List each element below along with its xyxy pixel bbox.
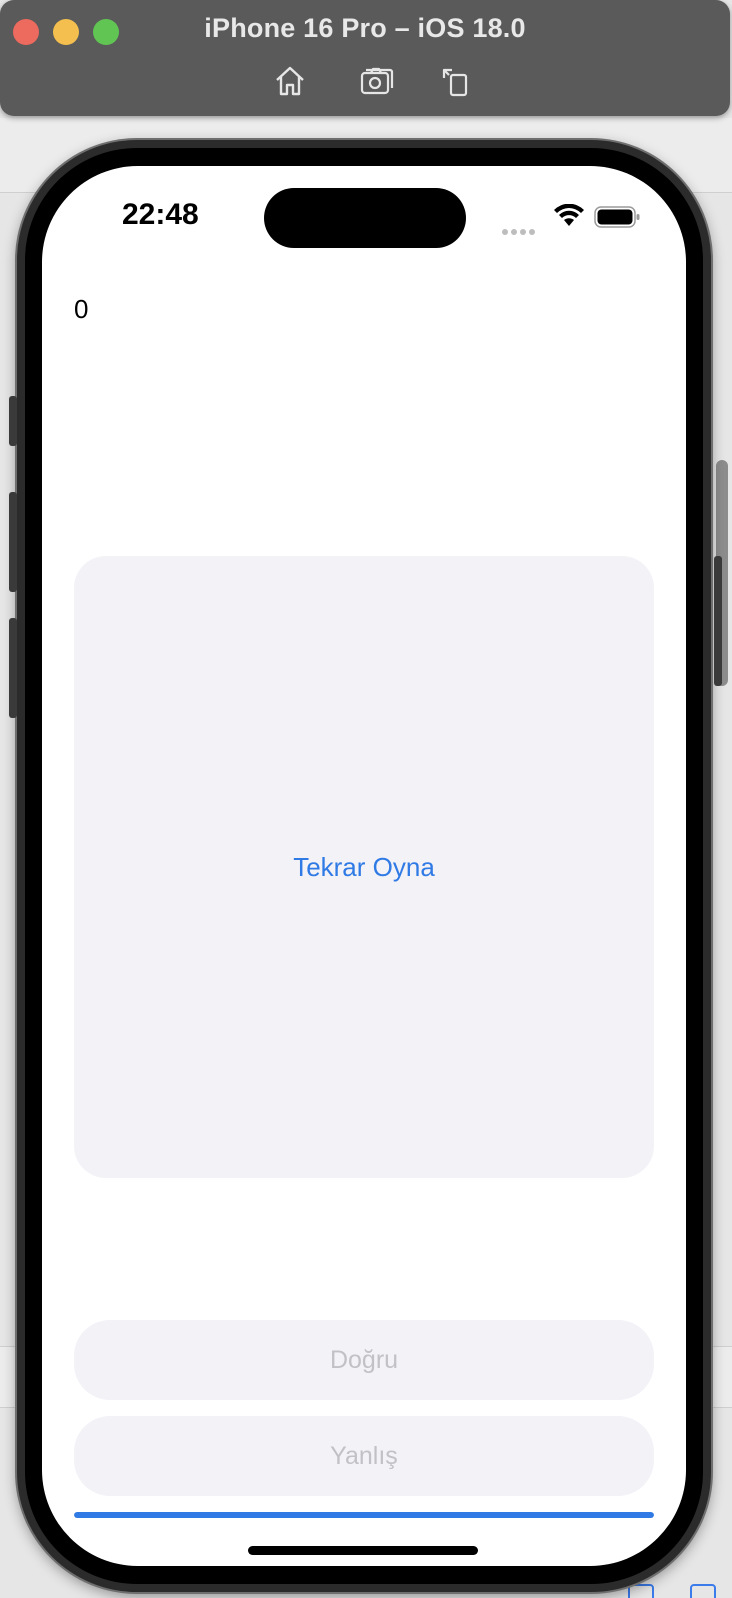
volume-down-button [9,618,17,718]
true-answer-button[interactable]: Doğru [74,1320,654,1400]
home-icon[interactable] [273,64,307,98]
progress-fill [74,1512,654,1518]
volume-up-button [9,492,17,592]
play-again-button[interactable]: Tekrar Oyna [293,852,435,883]
false-answer-button[interactable]: Yanlış [74,1416,654,1496]
rotate-icon[interactable] [440,64,474,98]
score-label: 0 [74,294,89,324]
dynamic-island [264,188,466,248]
progress-bar [74,1512,654,1518]
screenshot-icon[interactable] [360,64,394,98]
wifi-icon [554,203,584,228]
window-title: iPhone 16 Pro – iOS 18.0 [204,13,526,43]
home-indicator[interactable] [248,1546,478,1555]
device-screen: 22:48 0 Tekrar Oyna Doğru Yanlış [42,166,686,1566]
action-button [9,396,17,446]
question-card[interactable]: Tekrar Oyna [74,556,654,1178]
ide-panel-toggle-right[interactable] [690,1584,716,1598]
side-power-button [714,556,722,686]
cellular-signal-icon [502,222,538,240]
simulator-title-bar: iPhone 16 Pro – iOS 18.0 [0,0,730,116]
status-time: 22:48 [122,198,199,231]
battery-icon [594,206,640,228]
ide-panel-toggle-left[interactable] [628,1584,654,1598]
status-icons [502,203,652,235]
